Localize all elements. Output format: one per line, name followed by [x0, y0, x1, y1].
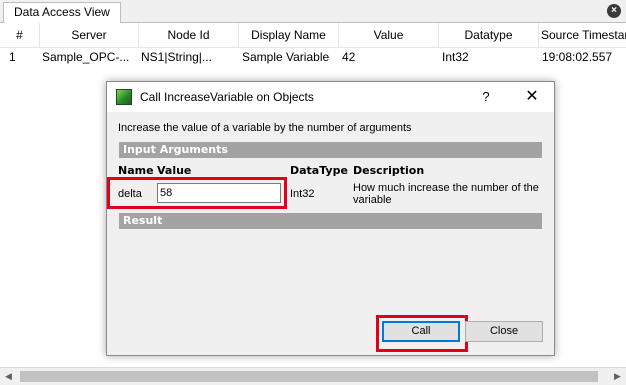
argument-highlight-box — [107, 177, 287, 209]
argument-datatype: Int32 — [290, 188, 315, 200]
cell-display-name: Sample Variable — [242, 50, 330, 64]
tab-strip: Data Access View × — [0, 0, 626, 23]
column-name-label: Name — [118, 164, 154, 177]
call-method-dialog: Call IncreaseVariable on Objects ? ✕ Inc… — [106, 81, 555, 356]
table-row[interactable]: 1 Sample_OPC-... NS1|String|... Sample V… — [0, 47, 626, 67]
column-header-value[interactable]: Value — [339, 23, 439, 47]
dialog-title: Call IncreaseVariable on Objects — [140, 90, 314, 104]
dialog-titlebar: Call IncreaseVariable on Objects ? ✕ — [107, 82, 554, 112]
method-description: Increase the value of a variable by the … — [118, 122, 412, 134]
close-button[interactable]: Close — [465, 321, 543, 342]
column-header-node-id[interactable]: Node Id — [139, 23, 239, 47]
cell-server: Sample_OPC-... — [42, 50, 130, 64]
grid-header: # Server Node Id Display Name Value Data… — [0, 23, 626, 48]
help-button[interactable]: ? — [471, 82, 501, 112]
tab-close-icon[interactable]: × — [607, 4, 621, 18]
scroll-right-icon[interactable]: ▶ — [609, 368, 626, 385]
cell-value: 42 — [342, 50, 356, 64]
column-header-display-name[interactable]: Display Name — [239, 23, 339, 47]
column-value-label: Value — [157, 164, 192, 177]
column-header-datatype[interactable]: Datatype — [439, 23, 539, 47]
argument-description: How much increase the number of the vari… — [353, 182, 539, 206]
column-datatype-label: DataType — [290, 164, 348, 177]
tab-label: Data Access View — [14, 5, 110, 19]
cell-index: 1 — [9, 50, 16, 64]
call-button[interactable]: Call — [382, 321, 460, 342]
scroll-left-icon[interactable]: ◀ — [0, 368, 17, 385]
column-header-index[interactable]: # — [0, 23, 40, 47]
tab-data-access-view[interactable]: Data Access View — [3, 2, 121, 23]
column-header-source-timestamp[interactable]: Source Timestamp — [539, 23, 626, 47]
scrollbar-thumb[interactable] — [20, 371, 598, 382]
result-header: Result — [119, 213, 542, 229]
cell-datatype: Int32 — [442, 50, 469, 64]
input-arguments-header: Input Arguments — [119, 142, 542, 158]
cell-node-id: NS1|String|... — [141, 50, 212, 64]
app-icon — [116, 89, 132, 105]
close-icon[interactable]: ✕ — [515, 82, 549, 112]
horizontal-scrollbar[interactable]: ◀ ▶ — [0, 367, 626, 385]
column-header-server[interactable]: Server — [40, 23, 139, 47]
cell-source-timestamp: 19:08:02.557 — [542, 50, 613, 64]
column-description-label: Description — [353, 164, 425, 177]
